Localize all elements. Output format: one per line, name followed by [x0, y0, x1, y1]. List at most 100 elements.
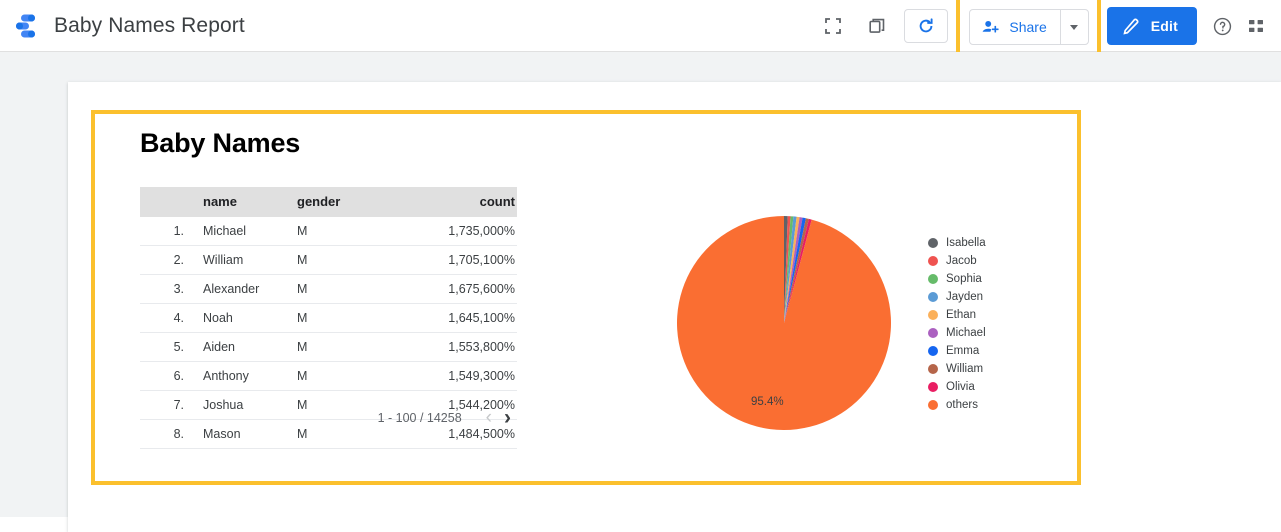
share-label: Share [1009, 19, 1047, 35]
legend-label: Sophia [946, 273, 982, 285]
table-pagination: 1 - 100 / 14258 ‹ › [140, 407, 517, 428]
table-cell-name: Michael [194, 217, 297, 246]
table-cell-name: William [194, 245, 297, 275]
app-bar: Baby Names Report Share Edit [0, 0, 1281, 58]
table-cell-index: 4. [140, 303, 194, 333]
table-row[interactable]: 1. Michael M 1,735,000% [140, 217, 517, 246]
table-row[interactable]: 6. Anthony M 1,549,300% [140, 361, 517, 391]
table-cell-count: 1,553,800% [397, 332, 517, 362]
table-row[interactable]: 3. Alexander M 1,675,600% [140, 274, 517, 304]
legend-item[interactable]: Jayden [928, 288, 1068, 306]
legend-item[interactable]: William [928, 360, 1068, 378]
chart-title: Baby Names [140, 128, 301, 158]
brand-area: Baby Names Report [0, 11, 245, 41]
chevron-right-icon[interactable]: › [498, 407, 517, 428]
pie-chart-svg [677, 216, 891, 430]
table-header-row: name gender count [140, 187, 517, 217]
table-cell-count: 1,549,300% [397, 361, 517, 391]
table-cell-gender: M [297, 217, 397, 246]
refresh-icon [920, 18, 933, 33]
edit-label: Edit [1150, 18, 1178, 34]
table-cell-name: Noah [194, 303, 297, 333]
legend-color-swatch [928, 364, 938, 374]
pagination-range: 1 - 100 / 14258 [377, 410, 462, 425]
help-circle-icon[interactable] [1205, 9, 1239, 43]
table-cell-gender: M [297, 332, 397, 362]
table-cell-gender: M [297, 274, 397, 304]
edit-button[interactable]: Edit [1106, 7, 1197, 45]
table-cell-index: 1. [140, 217, 194, 246]
chevron-down-icon [1070, 24, 1079, 30]
pie-slice[interactable] [677, 216, 891, 430]
legend-label: Jayden [946, 291, 984, 303]
chart-highlight-box: Baby Names name gender count 1. Michael M 1… [91, 110, 1081, 485]
legend-color-swatch [928, 238, 938, 248]
legend-item[interactable]: Olivia [928, 378, 1068, 396]
pie-chart-legend: Isabella Jacob Sophia Jayden Ethan Michael Emm… [928, 234, 1068, 414]
legend-color-swatch [928, 274, 938, 284]
legend-color-swatch [928, 292, 938, 302]
share-button[interactable]: Share [970, 10, 1059, 44]
person-add-icon [982, 20, 999, 33]
legend-color-swatch [928, 382, 938, 392]
share-dropdown-toggle[interactable] [1059, 10, 1088, 44]
legend-label: others [946, 399, 978, 411]
table-cell-name: Alexander [194, 274, 297, 304]
legend-color-swatch [928, 400, 938, 410]
legend-label: Jacob [946, 255, 977, 267]
table-cell-gender: M [297, 361, 397, 391]
legend-label: Olivia [946, 381, 975, 393]
chevron-left-icon[interactable]: ‹ [480, 408, 498, 427]
table-cell-count: 1,645,100% [397, 303, 517, 333]
table-cell-gender: M [297, 303, 397, 333]
legend-color-swatch [928, 310, 938, 320]
app-bar-actions: Share Edit [816, 0, 1281, 58]
legend-label: William [946, 363, 984, 375]
legend-item[interactable]: Sophia [928, 270, 1068, 288]
table-header-index [140, 187, 194, 217]
legend-label: Ethan [946, 309, 977, 321]
refresh-button[interactable] [904, 9, 949, 43]
legend-item[interactable]: Michael [928, 324, 1068, 342]
legend-label: Emma [946, 345, 980, 357]
report-canvas: Baby Names name gender count 1. Michael M 1… [68, 82, 1281, 532]
table-cell-name: Anthony [194, 361, 297, 391]
legend-color-swatch [928, 328, 938, 338]
legend-item[interactable]: Jacob [928, 252, 1068, 270]
data-studio-logo-icon [12, 11, 42, 41]
legend-color-swatch [928, 256, 938, 266]
table-cell-count: 1,735,000% [397, 217, 517, 246]
pie-chart[interactable]: 95.4% [675, 214, 905, 432]
table-cell-index: 3. [140, 274, 194, 304]
copy-icon[interactable] [860, 9, 894, 43]
table-row[interactable]: 2. William M 1,705,100% [140, 245, 517, 275]
legend-color-swatch [928, 346, 938, 356]
table-cell-name: Aiden [194, 332, 297, 362]
legend-label: Isabella [946, 237, 986, 249]
legend-label: Michael [946, 327, 986, 339]
table-cell-index: 5. [140, 332, 194, 362]
legend-item[interactable]: Ethan [928, 306, 1068, 324]
share-highlight-box: Share [956, 0, 1101, 58]
table-cell-count: 1,705,100% [397, 245, 517, 275]
table-cell-index: 6. [140, 361, 194, 391]
table-header-count[interactable]: count [397, 187, 517, 217]
table-row[interactable]: 5. Aiden M 1,553,800% [140, 332, 517, 362]
apps-grid-icon[interactable] [1239, 9, 1273, 43]
report-background: Baby Names name gender count 1. Michael M 1… [0, 52, 1281, 532]
table-header-name[interactable]: name [194, 187, 297, 217]
table-cell-index: 2. [140, 245, 194, 275]
table-cell-gender: M [297, 245, 397, 275]
legend-item[interactable]: Emma [928, 342, 1068, 360]
legend-item[interactable]: others [928, 396, 1068, 414]
page-title: Baby Names Report [54, 13, 245, 37]
share-button-group: Share [969, 9, 1089, 45]
legend-item[interactable]: Isabella [928, 234, 1068, 252]
table-head: name gender count [140, 187, 517, 217]
pie-slice-label: 95.4% [751, 396, 784, 408]
table-cell-count: 1,675,600% [397, 274, 517, 304]
fullscreen-icon[interactable] [816, 9, 850, 43]
table-row[interactable]: 4. Noah M 1,645,100% [140, 303, 517, 333]
table-header-gender[interactable]: gender [297, 187, 397, 217]
pencil-icon [1123, 18, 1139, 34]
